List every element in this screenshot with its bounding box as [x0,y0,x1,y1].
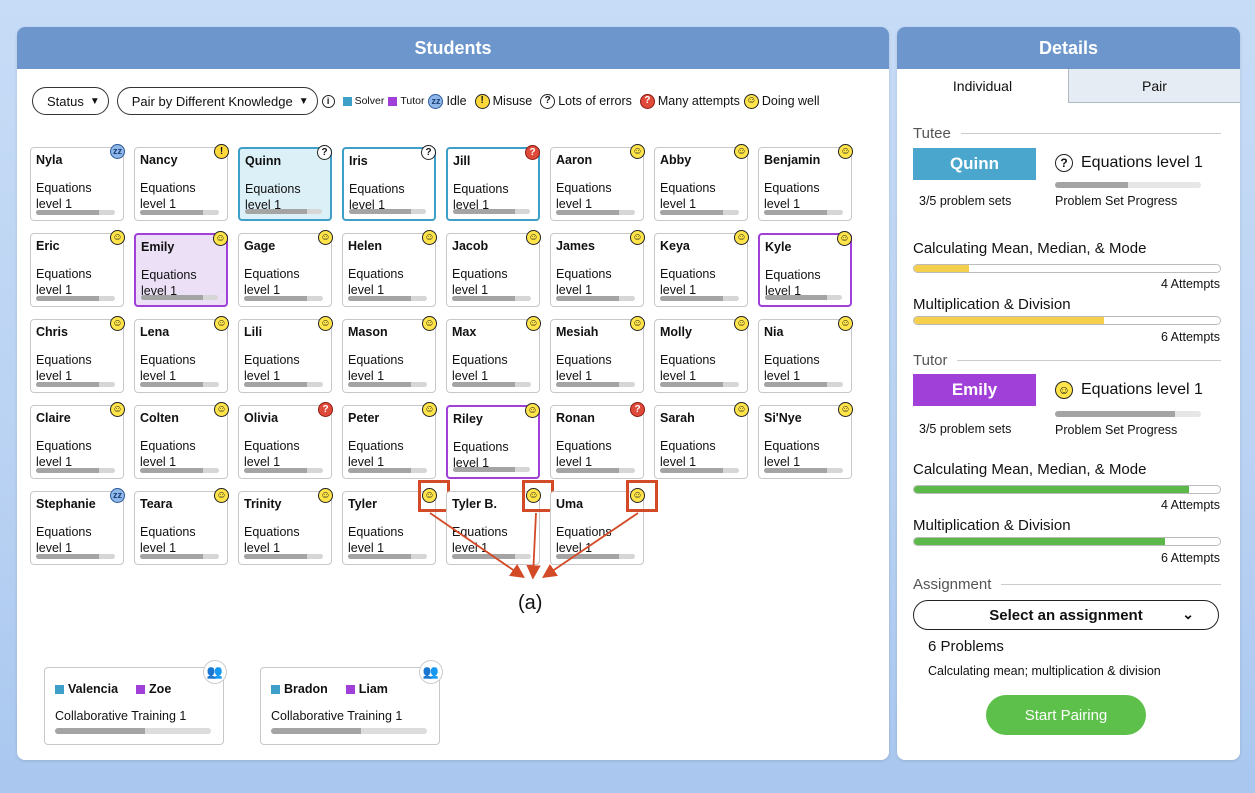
tutor-level-text: Equations level 1 [1081,381,1203,398]
tutee-section-label: Tutee [913,125,1221,142]
tutee-problem-set-progress [1055,182,1201,188]
tutor-skill-2-name: Multiplication & Division [913,517,1071,534]
pair-solver: Valencia [55,682,118,696]
pair-card[interactable]: Bradon Liam Collaborative Training 1 👥 [260,660,443,745]
skill-fill [914,317,1104,324]
arrow-line [542,512,639,579]
tutor-skill-1-attempts: 4 Attempts [1160,498,1220,512]
pair-solver: Bradon [271,682,328,696]
solver-swatch [55,684,64,694]
arrow-line [526,512,541,580]
tutee-skill-2-attempts: 6 Attempts [1160,330,1220,344]
tutor-skill-2-attempts: 6 Attempts [1160,551,1220,565]
tutee-skill-1-name: Calculating Mean, Median, & Mode [913,240,1147,257]
progress-fill [1055,411,1175,417]
tutor-problem-set-progress [1055,411,1201,417]
tutor-label: Tutor [913,352,948,369]
pair-progress-bar [55,728,211,734]
tutor-progress-label: Problem Set Progress [1055,423,1178,437]
start-pairing-button[interactable]: Start Pairing [986,695,1146,735]
arrow-line [429,512,525,579]
tutor-swatch [136,684,146,694]
tutee-skill-2-bar [913,316,1221,325]
details-header: Details [897,27,1240,69]
progress-fill [55,728,146,734]
tutor-section-label: Tutor [913,352,1221,369]
pair-solver-name: Valencia [68,682,119,696]
pair-activity: Collaborative Training 1 [55,709,187,723]
tutee-skill-1-bar [913,264,1221,273]
assignment-description: Calculating mean; multiplication & divis… [928,664,1161,678]
tab-individual[interactable]: Individual [897,69,1068,103]
pair-names: Bradon Liam [271,682,388,696]
assignment-problems: 6 Problems [928,638,1004,655]
pair-tutor: Zoe [136,682,171,696]
tutee-level-text: Equations level 1 [1081,154,1203,171]
students-panel: Students Status ▼ Pair by Different Know… [17,27,889,760]
assignment-label: Assignment [913,576,992,593]
progress-fill [271,728,362,734]
tab-pair[interactable]: Pair [1068,69,1240,103]
pair-tutor: Liam [345,682,388,696]
annotation-arrows [429,512,639,580]
tutee-progress-label: Problem Set Progress [1055,194,1178,208]
pair-solver-name: Bradon [284,682,328,696]
pair-progress-bar [271,728,427,734]
tutor-name-button[interactable]: Emily [913,374,1036,406]
group-icon: 👥 [203,660,227,684]
details-tabs: Individual Pair [897,69,1240,103]
group-icon: 👥 [419,660,443,684]
chevron-down-icon: ⌄ [1182,606,1194,622]
pair-tutor-name: Liam [358,682,388,696]
pair-names: Valencia Zoe [55,682,171,696]
assignment-select-label: Select an assignment [989,606,1143,624]
solver-swatch [271,684,280,694]
tutor-problem-sets: 3/5 problem sets [919,422,1012,436]
skill-fill [914,486,1190,493]
skill-fill [914,265,970,272]
assignment-select[interactable]: Select an assignment ⌄ [913,600,1219,630]
tutee-label: Tutee [913,125,951,142]
progress-fill [1055,182,1128,188]
tutee-skill-1-attempts: 4 Attempts [1160,277,1220,291]
tutor-skill-2-bar [913,537,1221,546]
tutee-level: ? Equations level 1 [1055,154,1203,172]
tutee-name-button[interactable]: Quinn [913,148,1036,180]
details-panel: Details Individual Pair Tutee Quinn ? Eq… [897,27,1240,760]
smiley-icon: ☺ [1055,381,1073,399]
skill-fill [914,538,1165,545]
annotation-label: (a) [518,592,543,614]
tutee-skill-2-name: Multiplication & Division [913,296,1071,313]
pair-card[interactable]: Valencia Zoe Collaborative Training 1 👥 [44,660,227,745]
pair-activity: Collaborative Training 1 [271,709,403,723]
tutor-skill-1-name: Calculating Mean, Median, & Mode [913,461,1147,478]
tutor-swatch [345,684,355,694]
tutor-skill-1-bar [913,485,1221,494]
tutee-problem-sets: 3/5 problem sets [919,194,1012,208]
question-icon: ? [1055,154,1073,172]
assignment-section-label: Assignment [913,576,1221,593]
tutor-level: ☺ Equations level 1 [1055,381,1203,399]
pair-tutor-name: Zoe [149,682,172,696]
